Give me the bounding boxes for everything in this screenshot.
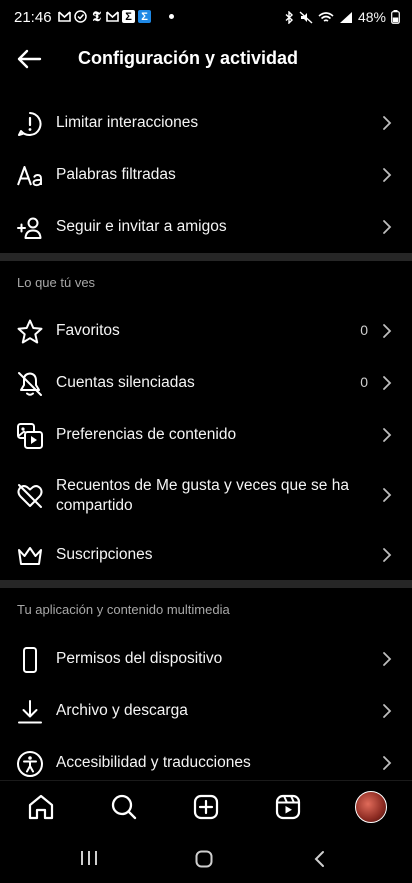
row-like-share-counts[interactable]: Recuentos de Me gusta y veces que se ha … xyxy=(0,469,412,521)
check-icon xyxy=(74,10,87,23)
row-label: Permisos del dispositivo xyxy=(56,650,223,667)
muted-count: 0 xyxy=(360,374,368,390)
row-label: Favoritos xyxy=(56,322,120,339)
chevron-right-icon xyxy=(382,115,392,131)
row-label: Seguir e invitar a amigos xyxy=(56,218,227,235)
alert-circle-icon xyxy=(16,110,44,138)
status-bar: 21:46 𝕿 Σ Σ 48% xyxy=(0,0,412,36)
row-limit-interactions[interactable]: Limitar interacciones xyxy=(0,97,412,149)
row-favorites[interactable]: Favoritos 0 xyxy=(0,305,412,357)
chevron-right-icon xyxy=(382,547,392,563)
row-subscriptions[interactable]: Suscripciones xyxy=(0,529,412,581)
row-label: Accesibilidad y traducciones xyxy=(56,754,251,771)
page-header: Configuración y actividad xyxy=(0,36,412,82)
row-content-preferences[interactable]: Preferencias de contenido xyxy=(0,409,412,461)
recents-icon[interactable] xyxy=(79,850,99,866)
gmail-icon xyxy=(58,10,71,23)
row-follow-invite-friends[interactable]: Seguir e invitar a amigos xyxy=(0,201,412,253)
accessibility-icon xyxy=(16,750,44,778)
download-icon xyxy=(16,698,44,726)
chevron-right-icon xyxy=(382,219,392,235)
battery-icon xyxy=(391,10,400,24)
status-right: 48% xyxy=(284,9,400,25)
back-icon[interactable] xyxy=(312,850,326,868)
row-label: Suscripciones xyxy=(56,546,153,563)
section-title-what-you-see: Lo que tú ves xyxy=(17,275,96,290)
sigma-blue-icon: Σ xyxy=(138,10,151,23)
chevron-right-icon xyxy=(382,755,392,771)
gmail-icon xyxy=(106,10,119,23)
crown-icon xyxy=(16,542,44,570)
row-device-permissions[interactable]: Permisos del dispositivo xyxy=(0,633,412,685)
home-circle-icon[interactable] xyxy=(195,850,213,868)
create-icon[interactable] xyxy=(192,793,220,821)
row-label: Preferencias de contenido xyxy=(56,426,237,443)
heart-off-icon xyxy=(16,482,44,510)
bell-off-icon xyxy=(16,370,44,398)
row-label: Palabras filtradas xyxy=(56,166,176,183)
more-notifications-dot xyxy=(169,14,174,19)
section-divider xyxy=(0,580,412,588)
mute-icon xyxy=(299,10,313,24)
section-divider xyxy=(0,253,412,261)
back-arrow-icon[interactable] xyxy=(14,44,44,74)
chevron-right-icon xyxy=(382,167,392,183)
battery-text: 48% xyxy=(357,9,386,25)
star-icon xyxy=(16,318,44,346)
chevron-right-icon xyxy=(382,323,392,339)
signal-icon xyxy=(339,11,353,24)
notification-icons: 𝕿 Σ Σ xyxy=(58,8,151,25)
row-label: Archivo y descarga xyxy=(56,702,188,719)
favorites-count: 0 xyxy=(360,322,368,338)
sigma-icon: Σ xyxy=(122,10,135,23)
row-muted-accounts[interactable]: Cuentas silenciadas 0 xyxy=(0,357,412,409)
search-icon[interactable] xyxy=(110,793,138,821)
page-title: Configuración y actividad xyxy=(78,48,299,68)
media-icon xyxy=(16,422,44,450)
nyt-icon: 𝕿 xyxy=(92,8,101,25)
chevron-right-icon xyxy=(382,427,392,443)
section-title-app-media: Tu aplicación y contenido multimedia xyxy=(17,602,230,617)
bluetooth-icon xyxy=(284,10,294,24)
row-label: Recuentos de Me gusta y veces que se ha … xyxy=(56,477,349,514)
home-icon[interactable] xyxy=(27,793,55,821)
row-label: Cuentas silenciadas xyxy=(56,374,195,391)
status-time: 21:46 xyxy=(14,9,52,26)
chevron-right-icon xyxy=(382,487,392,503)
system-navigation xyxy=(0,834,412,883)
chevron-right-icon xyxy=(382,375,392,391)
wifi-icon xyxy=(318,11,334,24)
text-aa-icon xyxy=(16,162,44,190)
chevron-right-icon xyxy=(382,651,392,667)
profile-avatar[interactable] xyxy=(355,791,387,823)
chevron-right-icon xyxy=(382,703,392,719)
row-label: Limitar interacciones xyxy=(56,114,199,131)
phone-icon xyxy=(16,646,44,674)
row-filtered-words[interactable]: Palabras filtradas xyxy=(0,149,412,201)
reels-icon[interactable] xyxy=(274,793,302,821)
bottom-navigation xyxy=(0,780,412,835)
row-archive-download[interactable]: Archivo y descarga xyxy=(0,685,412,737)
add-person-icon xyxy=(16,214,44,242)
